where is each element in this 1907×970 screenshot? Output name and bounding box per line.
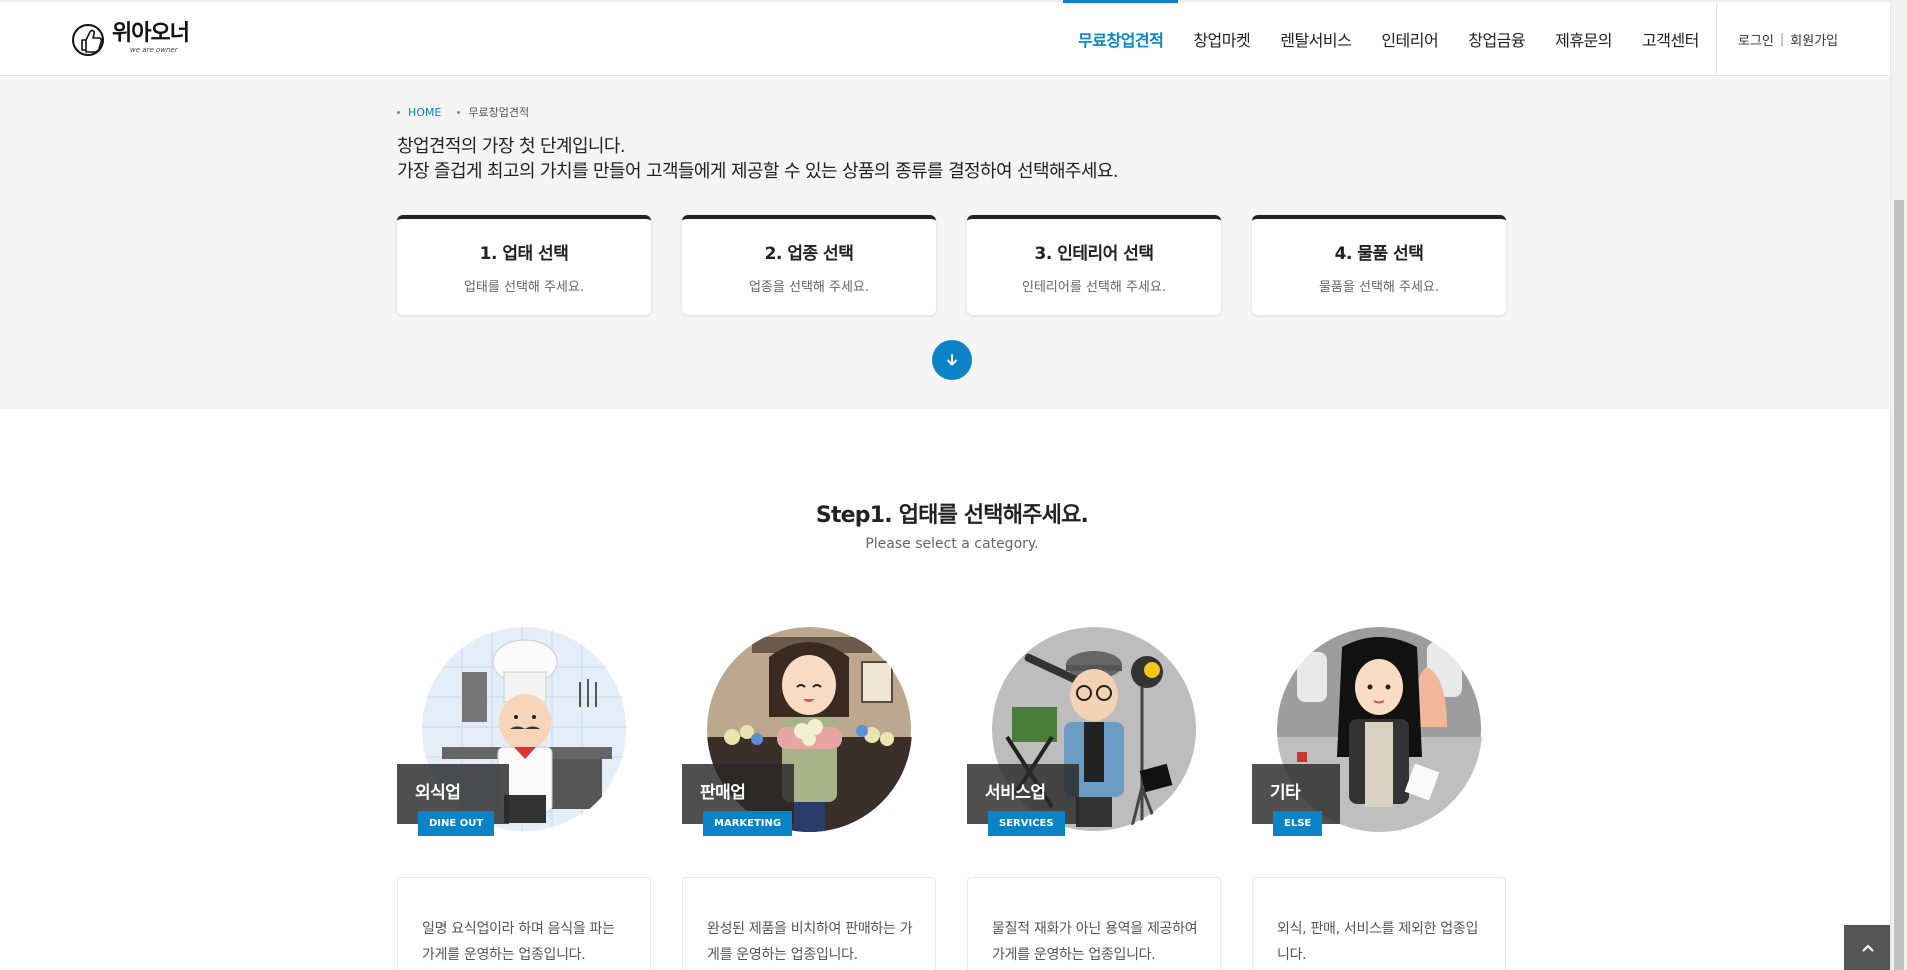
step-title: 2. 업종 선택 xyxy=(764,244,854,264)
site-header: 위아오너 we are owner 무료창업견적 창업마켓 렌탈서비스 인테리어… xyxy=(0,0,1890,76)
category-desc-services: 물질적 재화가 아닌 용역을 제공하여 가게를 운영하는 업종입니다. xyxy=(967,877,1221,970)
category-marketing[interactable]: 판매업 MARKETING xyxy=(682,627,936,837)
back-to-top-button[interactable] xyxy=(1844,925,1892,970)
page-scrollbar[interactable] xyxy=(1890,0,1907,970)
category-list: 외식업 DINE OUT 판매업 MARKETING 서비스업 SERVICES… xyxy=(397,627,1506,837)
nav-customer-center[interactable]: 고객센터 xyxy=(1627,2,1714,76)
intro-line-1: 창업견적의 가장 첫 단계입니다. xyxy=(397,136,626,157)
step-cards: 1. 업태 선택 업태를 선택해 주세요. 2. 업종 선택 업종을 선택해 주… xyxy=(397,215,1506,315)
breadcrumb-dot xyxy=(397,110,400,114)
nav-partnership[interactable]: 제휴문의 xyxy=(1540,2,1627,76)
category-desc-marketing: 완성된 제품을 비치하여 판매하는 가게를 운영하는 업종입니다. xyxy=(682,877,936,970)
section-subtitle: Please select a category. xyxy=(865,536,1039,552)
category-badge: ELSE xyxy=(1273,811,1323,836)
category-else[interactable]: 기타 ELSE xyxy=(1252,627,1506,837)
arrow-down-icon xyxy=(947,354,957,366)
breadcrumb: HOME 무료창업견적 xyxy=(397,104,529,120)
step-desc: 업태를 선택해 주세요. xyxy=(463,280,585,295)
nav-interior[interactable]: 인테리어 xyxy=(1366,2,1453,76)
logo-tagline: we are owner xyxy=(130,46,178,54)
step-title: 4. 물품 선택 xyxy=(1334,244,1424,264)
category-dine-out[interactable]: 외식업 DINE OUT xyxy=(397,627,651,837)
breadcrumb-current: 무료창업견적 xyxy=(468,106,530,119)
category-descriptions: 일명 요식업이라 하며 음식을 파는 가게를 운영하는 업종입니다. 완성된 제… xyxy=(397,877,1506,970)
step-card-interior[interactable]: 3. 인테리어 선택 인테리어를 선택해 주세요. xyxy=(967,215,1221,315)
category-badge: SERVICES xyxy=(988,811,1065,836)
nav-divider xyxy=(1716,2,1717,76)
nav-rental-service[interactable]: 렌탈서비스 xyxy=(1265,2,1366,76)
scroll-down-button[interactable] xyxy=(932,340,972,380)
auth-divider: | xyxy=(1779,31,1785,47)
category-services[interactable]: 서비스업 SERVICES xyxy=(967,627,1221,837)
category-badge: MARKETING xyxy=(703,811,793,836)
breadcrumb-dot xyxy=(457,110,461,114)
step-desc: 인테리어를 선택해 주세요. xyxy=(1022,280,1166,295)
chevron-up-icon xyxy=(1862,944,1874,952)
nav-startup-market[interactable]: 창업마켓 xyxy=(1178,2,1265,76)
auth-links: 로그인 | 회원가입 xyxy=(1738,2,1838,76)
step-card-business-type[interactable]: 1. 업태 선택 업태를 선택해 주세요. xyxy=(397,215,651,315)
step-card-goods[interactable]: 4. 물품 선택 물품을 선택해 주세요. xyxy=(1252,215,1506,315)
scrollbar-thumb[interactable] xyxy=(1894,200,1904,970)
section-title-main: 업태를 선택해주세요. xyxy=(898,503,1089,528)
signup-link[interactable]: 회원가입 xyxy=(1790,30,1838,49)
breadcrumb-home[interactable]: HOME xyxy=(408,106,441,119)
logo-name: 위아오너 xyxy=(112,21,190,46)
intro-text: 창업견적의 가장 첫 단계입니다. 가장 즐겁게 최고의 가치를 만들어 고객들… xyxy=(397,134,1119,184)
nav-startup-finance[interactable]: 창업금융 xyxy=(1453,2,1540,76)
category-badge: DINE OUT xyxy=(418,811,495,836)
section-title-prefix: Step1. xyxy=(815,503,893,528)
thumbs-up-logo-icon xyxy=(72,24,104,56)
login-link[interactable]: 로그인 xyxy=(1738,30,1774,49)
category-desc-dine-out: 일명 요식업이라 하며 음식을 파는 가게를 운영하는 업종입니다. xyxy=(397,877,651,970)
intro-line-2: 가장 즐겁게 최고의 가치를 만들어 고객들에게 제공할 수 있는 상품의 종류… xyxy=(397,161,1119,182)
nav-free-estimate[interactable]: 무료창업견적 xyxy=(1063,0,1179,76)
category-desc-else: 외식, 판매, 서비스를 제외한 업종입니다. xyxy=(1252,877,1506,970)
step-title: 3. 인테리어 선택 xyxy=(1034,244,1154,264)
section-title: Step1. 업태를 선택해주세요. xyxy=(0,497,1904,529)
step-card-industry[interactable]: 2. 업종 선택 업종을 선택해 주세요. xyxy=(682,215,936,315)
main-nav: 무료창업견적 창업마켓 렌탈서비스 인테리어 창업금융 제휴문의 고객센터 xyxy=(1063,0,1714,76)
estimate-steps-section: HOME 무료창업견적 창업견적의 가장 첫 단계입니다. 가장 즐겁게 최고의… xyxy=(0,77,1890,409)
step-title: 1. 업태 선택 xyxy=(479,244,569,264)
step-desc: 물품을 선택해 주세요. xyxy=(1318,280,1440,295)
step-desc: 업종을 선택해 주세요. xyxy=(748,280,870,295)
logo[interactable]: 위아오너 we are owner xyxy=(68,18,190,58)
